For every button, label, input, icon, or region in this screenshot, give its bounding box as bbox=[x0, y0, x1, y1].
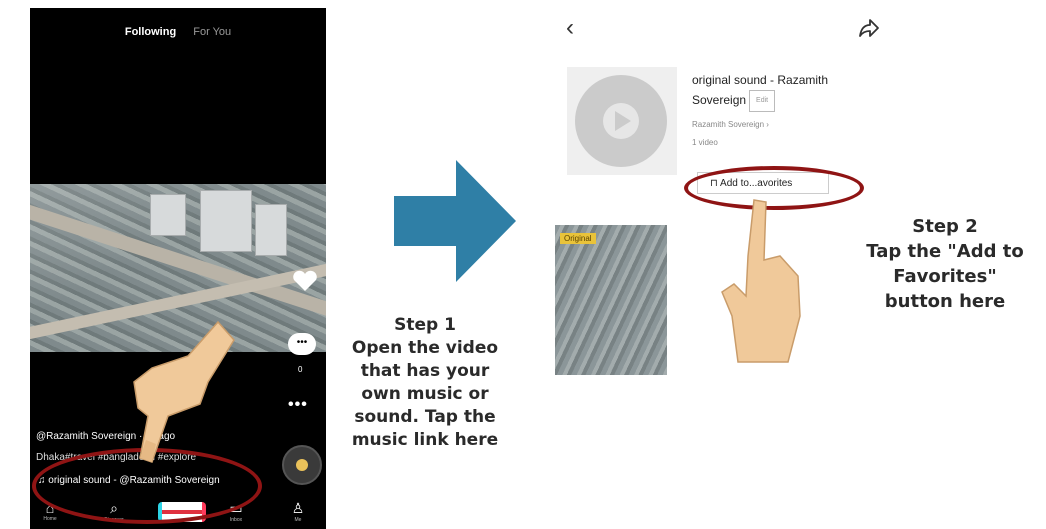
step2-instruction: Step 2 Tap the "Add to Favorites" button… bbox=[850, 214, 1040, 314]
step2-title: Step 2 bbox=[912, 216, 978, 237]
tab-for-you[interactable]: For You bbox=[193, 26, 231, 38]
feed-tabs: Following For You bbox=[30, 26, 326, 38]
step1-title: Step 1 bbox=[394, 315, 456, 335]
edit-tag[interactable]: Edit bbox=[749, 90, 776, 112]
more-icon[interactable]: ••• bbox=[288, 396, 308, 414]
video-count: 1 video bbox=[692, 138, 718, 147]
video-thumbnail[interactable]: Original bbox=[555, 225, 667, 375]
back-icon[interactable]: ‹ bbox=[566, 14, 574, 42]
tab-following[interactable]: Following bbox=[125, 26, 176, 38]
pointing-hand-icon bbox=[133, 320, 235, 463]
arrow-right-icon bbox=[394, 160, 516, 282]
sound-cover bbox=[567, 67, 677, 175]
share-icon[interactable] bbox=[858, 18, 880, 38]
comment-count: 0 bbox=[298, 365, 303, 374]
pointing-hand-icon-2 bbox=[721, 199, 801, 363]
nav-me[interactable]: ♙ Me bbox=[278, 500, 318, 523]
step1-instruction: Step 1 Open the video that has your own … bbox=[332, 314, 518, 452]
play-icon bbox=[575, 75, 667, 167]
profile-icon: ♙ bbox=[291, 500, 305, 516]
sound-author-link[interactable]: Razamith Sovereign › bbox=[692, 120, 769, 129]
sound-disc-icon[interactable] bbox=[282, 445, 322, 485]
sound-title: original sound - Razamith Sovereign Edit bbox=[692, 70, 892, 112]
comment-icon[interactable]: ••• bbox=[288, 333, 316, 355]
original-tag: Original bbox=[560, 233, 596, 244]
heart-icon[interactable] bbox=[292, 270, 318, 292]
